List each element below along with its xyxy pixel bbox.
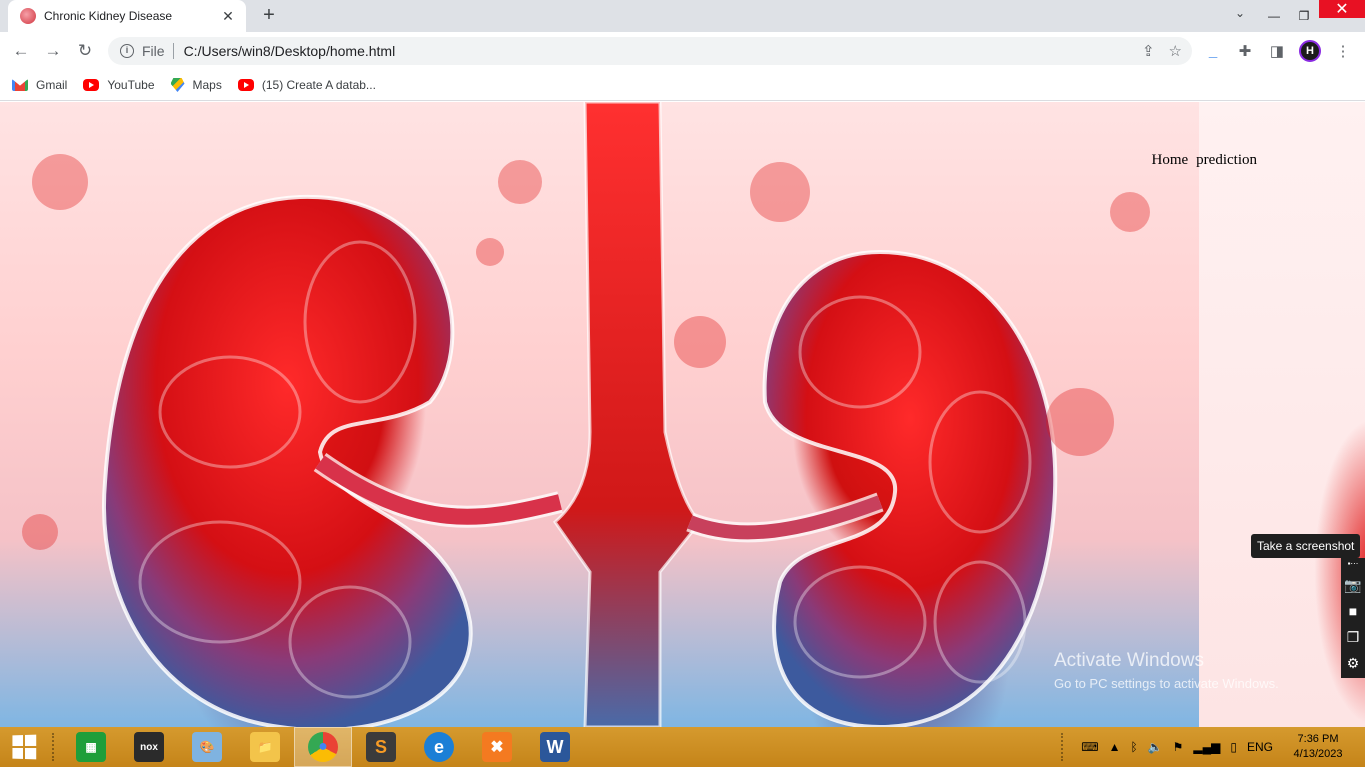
bookmark-label: (15) Create A datab... xyxy=(261,78,376,92)
kidney-illustration xyxy=(22,102,1150,727)
maps-icon xyxy=(170,78,185,92)
nox-icon: nox xyxy=(134,732,164,762)
side-panel-icon[interactable]: ◨ xyxy=(1267,42,1287,60)
activate-windows-subtitle: Go to PC settings to activate Windows. xyxy=(1054,676,1279,691)
system-tray: ⌨ ▲ ᛒ 🔈 ⚑ ▂▄▆ ▯ ENG 7:36 PM 4/13/2023 xyxy=(1057,727,1365,767)
bookmark-label: Gmail xyxy=(36,78,68,92)
word-icon: W xyxy=(540,732,570,762)
activate-windows-watermark: Activate Windows Go to PC settings to ac… xyxy=(1054,650,1279,691)
taskbar-app-nox[interactable]: nox xyxy=(120,727,178,767)
video-icon[interactable]: ■ xyxy=(1349,602,1357,620)
bookmark-gmail[interactable]: Gmail xyxy=(12,78,67,92)
capture-toolbar: ▪⋯ 📷 ■ ❐ ⚙ xyxy=(1341,558,1365,678)
window-capture-icon[interactable]: ❐ xyxy=(1347,628,1360,646)
settings-gear-icon[interactable]: ⚙ xyxy=(1347,654,1360,672)
site-info-icon[interactable]: i xyxy=(120,44,134,58)
capture-menu-icon[interactable]: ▪⋯ xyxy=(1348,560,1359,568)
store-icon: ▦ xyxy=(76,732,106,762)
share-icon[interactable]: ⇪ xyxy=(1142,42,1155,60)
bluetooth-icon[interactable]: ᛒ xyxy=(1130,740,1137,754)
taskbar-app-sublime[interactable]: S xyxy=(352,727,410,767)
reload-icon[interactable]: ↻ xyxy=(74,40,96,62)
taskbar-app-word[interactable]: W xyxy=(526,727,584,767)
bookmark-create-database[interactable]: (15) Create A datab... xyxy=(237,78,376,92)
clock-date: 4/13/2023 xyxy=(1293,748,1343,760)
sublime-text-icon: S xyxy=(366,732,396,762)
folder-icon: 📁 xyxy=(250,732,280,762)
bookmark-youtube[interactable]: YouTube xyxy=(83,78,155,92)
bookmark-label: YouTube xyxy=(107,78,155,92)
show-hidden-icons-icon[interactable]: ▲ xyxy=(1109,740,1121,754)
url-divider xyxy=(172,43,174,59)
bookmarks-bar: Gmail YouTube Maps (15) Create A datab..… xyxy=(0,70,1365,101)
windows-logo-icon xyxy=(12,734,37,760)
address-bar[interactable]: i File C:/Users/win8/Desktop/home.html ⇪… xyxy=(108,37,1192,65)
paint-icon: 🎨 xyxy=(192,732,222,762)
clock-time: 7:36 PM xyxy=(1297,733,1339,745)
taskbar-clock[interactable]: 7:36 PM 4/13/2023 xyxy=(1283,732,1353,762)
back-icon[interactable]: ← xyxy=(10,40,32,62)
download-icon[interactable]: _ xyxy=(1203,43,1223,60)
window-controls: — ❐ ✕ xyxy=(1259,0,1365,32)
url-text[interactable]: C:/Users/win8/Desktop/home.html xyxy=(184,43,1128,59)
close-tab-icon[interactable]: ✕ xyxy=(220,8,236,25)
youtube-icon xyxy=(83,79,100,91)
favicon-icon xyxy=(20,8,36,24)
bookmark-label: Maps xyxy=(192,78,222,92)
new-tab-button[interactable]: + xyxy=(258,5,280,27)
tab-search-icon[interactable]: ⌄ xyxy=(1230,6,1250,20)
start-button[interactable] xyxy=(0,727,48,767)
battery-icon[interactable]: ▯ xyxy=(1230,740,1237,754)
bookmark-maps[interactable]: Maps xyxy=(170,78,222,92)
menu-kebab-icon[interactable]: ⋮ xyxy=(1333,42,1353,60)
tab-strip: Chronic Kidney Disease ✕ + ⌄ — ❐ ✕ xyxy=(0,0,1365,32)
tray-grip xyxy=(1061,733,1067,761)
taskbar-app-chrome[interactable]: ● xyxy=(294,727,352,767)
screenshot-tooltip: Take a screenshot xyxy=(1251,534,1361,558)
close-window-button[interactable]: ✕ xyxy=(1319,0,1365,18)
extensions-area: _ ✚ ◨ H ⋮ xyxy=(1203,38,1353,64)
language-indicator[interactable]: ENG xyxy=(1247,740,1273,754)
extensions-puzzle-icon[interactable]: ✚ xyxy=(1235,42,1255,60)
profile-avatar[interactable]: H xyxy=(1299,40,1321,62)
edge-icon: e xyxy=(424,732,454,762)
tab-title: Chronic Kidney Disease xyxy=(44,9,173,23)
page-viewport: Home prediction Activate Windows Go to P… xyxy=(0,102,1365,727)
browser-tab[interactable]: Chronic Kidney Disease ✕ xyxy=(8,0,246,32)
restore-button[interactable]: ❐ xyxy=(1289,0,1319,32)
windows-taskbar: ▦ nox 🎨 📁 ● S e ✖ W ⌨ ▲ ᛒ 🔈 ⚑ ▂▄▆ ▯ ENG … xyxy=(0,727,1365,767)
network-signal-icon[interactable]: ▂▄▆ xyxy=(1193,740,1220,754)
bookmark-star-icon[interactable]: ☆ xyxy=(1169,42,1182,60)
kidney-hero-image xyxy=(0,102,1199,727)
taskbar-app-file-explorer[interactable]: 📁 xyxy=(236,727,294,767)
taskbar-app-store[interactable]: ▦ xyxy=(62,727,120,767)
xampp-icon: ✖ xyxy=(482,732,512,762)
nav-prediction-link[interactable]: prediction xyxy=(1196,152,1257,169)
site-nav: Home prediction xyxy=(1152,152,1258,169)
nav-home-link[interactable]: Home xyxy=(1152,152,1189,169)
gmail-icon xyxy=(12,79,28,91)
touch-keyboard-icon[interactable]: ⌨ xyxy=(1081,740,1098,754)
taskbar-app-xampp[interactable]: ✖ xyxy=(468,727,526,767)
minimize-button[interactable]: — xyxy=(1259,0,1289,32)
chrome-icon: ● xyxy=(308,732,338,762)
url-scheme: File xyxy=(142,43,165,59)
browser-toolbar: ← → ↻ i File C:/Users/win8/Desktop/home.… xyxy=(0,32,1365,70)
activate-windows-title: Activate Windows xyxy=(1054,650,1204,671)
youtube-icon xyxy=(237,79,254,91)
camera-icon[interactable]: 📷 xyxy=(1344,576,1361,594)
action-center-flag-icon[interactable]: ⚑ xyxy=(1173,740,1184,754)
taskbar-grip xyxy=(52,733,58,761)
forward-icon[interactable]: → xyxy=(42,40,64,62)
taskbar-app-paint[interactable]: 🎨 xyxy=(178,727,236,767)
volume-icon[interactable]: 🔈 xyxy=(1148,740,1163,754)
taskbar-app-edge[interactable]: e xyxy=(410,727,468,767)
